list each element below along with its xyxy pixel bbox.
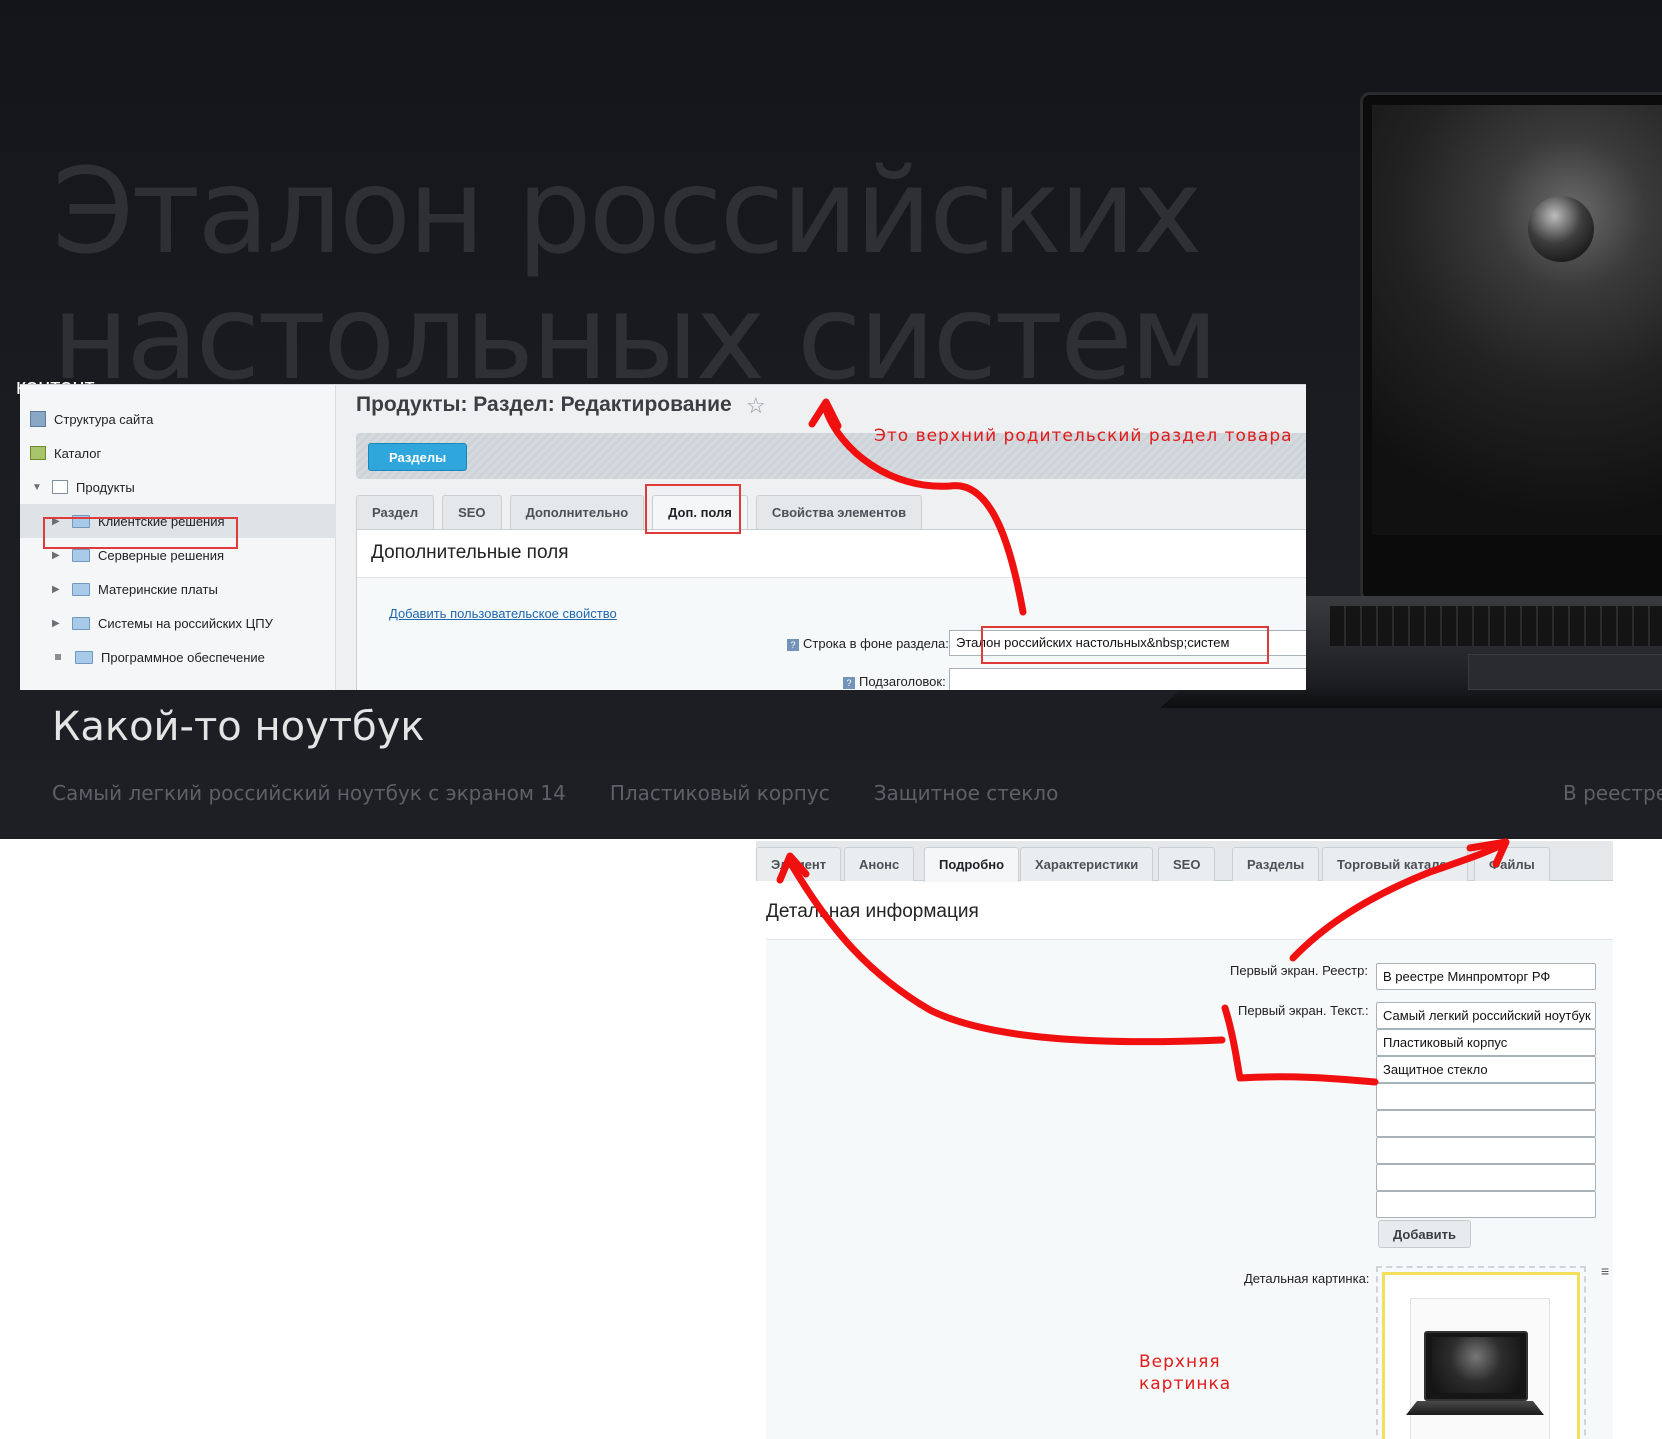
laptop-thumbnail-screen	[1432, 1337, 1520, 1393]
tab-characteristics[interactable]: Характеристики	[1020, 847, 1154, 881]
feature-item: Самый легкий российский ноутбук с экрано…	[52, 781, 566, 805]
tree-item-label: Системы на российских ЦПУ	[98, 615, 273, 631]
chevron-right-icon[interactable]: ▶	[52, 618, 64, 629]
product-features: Самый легкий российский ноутбук с экрано…	[52, 781, 1102, 805]
first-screen-text-input[interactable]	[1376, 1083, 1596, 1110]
registry-badge: В реестре	[1563, 781, 1662, 805]
tree-item-label: Структура сайта	[54, 411, 154, 427]
laptop-thumbnail-base	[1406, 1401, 1544, 1415]
laptop-image-keyboard	[1330, 606, 1662, 646]
first-screen-text-input[interactable]: Защитное стекло	[1376, 1056, 1596, 1083]
add-property-link[interactable]: Добавить пользовательское свойство	[389, 606, 617, 621]
hero-bg-title-line1: Эталон российских	[52, 142, 1203, 280]
list-icon	[52, 480, 68, 494]
help-icon[interactable]: ?	[843, 676, 855, 689]
first-screen-text-input[interactable]: Пластиковый корпус	[1376, 1029, 1596, 1056]
tab-element[interactable]: Элемент	[756, 847, 842, 881]
field-label: Подзаголовок:	[859, 674, 946, 689]
feature-item: Пластиковый корпус	[609, 781, 830, 805]
tab-trade-catalog[interactable]: Торговый каталог	[1322, 847, 1468, 881]
tab-element-properties[interactable]: Свойства элементов	[755, 495, 923, 529]
help-icon[interactable]: ?	[787, 638, 799, 651]
chevron-down-icon[interactable]: ▼	[32, 482, 44, 493]
folder-icon	[72, 548, 90, 562]
detail-picture-label: Детальная картинка:	[1244, 1271, 1370, 1286]
first-screen-text-label: Первый экран. Текст.:	[1238, 1003, 1369, 1018]
tree-item-label: Программное обеспечение	[101, 649, 265, 665]
first-screen-text-input[interactable]	[1376, 1137, 1596, 1164]
panel-title: Детальная информация	[766, 901, 979, 922]
tree-item-russian-cpu-systems[interactable]: ▶ Системы на российских ЦПУ	[52, 606, 273, 640]
add-value-button[interactable]: Добавить	[1378, 1220, 1471, 1248]
chevron-right-icon[interactable]: ▶	[52, 584, 64, 595]
highlight-client-solutions	[43, 517, 238, 549]
tree-item-label: Продукты	[76, 479, 135, 495]
tree-item-site-structure[interactable]: Структура сайта	[30, 402, 153, 436]
first-screen-text-input[interactable]	[1376, 1164, 1596, 1191]
tree-item-software[interactable]: Программное обеспечение	[52, 640, 265, 674]
annotation-picture-note-line2: картинка	[1139, 1374, 1232, 1394]
feature-item: Защитное стекло	[873, 781, 1059, 805]
section-tabs: Раздел SEO Дополнительно Доп. поля Свойс…	[356, 495, 930, 529]
tree-item-label: Материнские платы	[98, 581, 218, 597]
annotation-picture-note-line1: Верхняя	[1139, 1352, 1221, 1372]
tree-item-label: Серверные решения	[98, 547, 225, 563]
subtitle-label: ? Подзаголовок:	[843, 674, 946, 689]
tab-seo[interactable]: SEO	[442, 495, 502, 529]
product-title: Какой-то ноутбук	[52, 704, 425, 750]
tab-files[interactable]: Файлы	[1474, 847, 1550, 881]
subtitle-input[interactable]	[949, 668, 1306, 690]
laptop-image-screen	[1372, 105, 1662, 535]
panel-title: Дополнительные поля	[371, 542, 569, 563]
tree-item-label: Каталог	[54, 445, 102, 461]
hero-background-title: Эталон российских настольных систем	[52, 142, 1219, 406]
page-title: Продукты: Раздел: Редактирование	[356, 393, 732, 416]
sections-button[interactable]: Разделы	[368, 443, 468, 471]
extra-fields-panel: Дополнительные поля Добавить пользовател…	[356, 529, 1306, 690]
tab-announce[interactable]: Анонс	[844, 847, 915, 881]
hero-bg-title-line2: настольных систем	[52, 268, 1219, 406]
highlight-background-string	[981, 626, 1269, 664]
tree-item-catalog[interactable]: Каталог	[30, 436, 101, 470]
laptop-image-touchpad	[1468, 654, 1662, 690]
tab-section[interactable]: Раздел	[356, 495, 435, 529]
folder-icon	[72, 582, 90, 596]
bullet-icon	[55, 654, 61, 660]
tree-item-products[interactable]: ▼ Продукты	[32, 470, 135, 504]
favorite-star-icon[interactable]: ☆	[746, 393, 766, 419]
first-screen-text-input[interactable]	[1376, 1110, 1596, 1137]
registry-input[interactable]: В реестре Минпромторг РФ	[1376, 963, 1596, 990]
menu-icon[interactable]: ≡	[1601, 1263, 1613, 1283]
page: Эталон российских настольных систем конт…	[0, 0, 1662, 1439]
first-screen-text-input[interactable]	[1376, 1191, 1596, 1218]
tree-item-motherboards[interactable]: ▶ Материнские платы	[52, 572, 218, 606]
folder-icon	[72, 616, 90, 630]
annotation-section-note: Это верхний родительский раздел товара	[874, 426, 1293, 446]
highlight-extra-fields-tab	[645, 484, 741, 534]
element-tabs: Элемент Анонс Подробно Характеристики SE…	[756, 841, 1613, 882]
tab-additional[interactable]: Дополнительно	[509, 495, 645, 529]
tab-detailed[interactable]: Подробно	[924, 847, 1020, 882]
chevron-right-icon[interactable]: ▶	[52, 550, 64, 561]
field-label: Строка в фоне раздела:	[803, 636, 949, 651]
element-edit-screenshot: Элемент Анонс Подробно Характеристики SE…	[756, 841, 1613, 1439]
folder-icon	[75, 650, 93, 664]
first-screen-text-input[interactable]: Самый легкий российский ноутбук	[1376, 1002, 1596, 1029]
background-string-label: ? Строка в фоне раздела:	[787, 636, 949, 651]
tab-sections[interactable]: Разделы	[1232, 847, 1320, 881]
registry-label: Первый экран. Реестр:	[1230, 963, 1368, 978]
tab-seo[interactable]: SEO	[1158, 847, 1216, 881]
catalog-icon	[30, 446, 46, 460]
laptop-image-sphere	[1528, 196, 1594, 262]
site-structure-icon	[30, 411, 46, 427]
